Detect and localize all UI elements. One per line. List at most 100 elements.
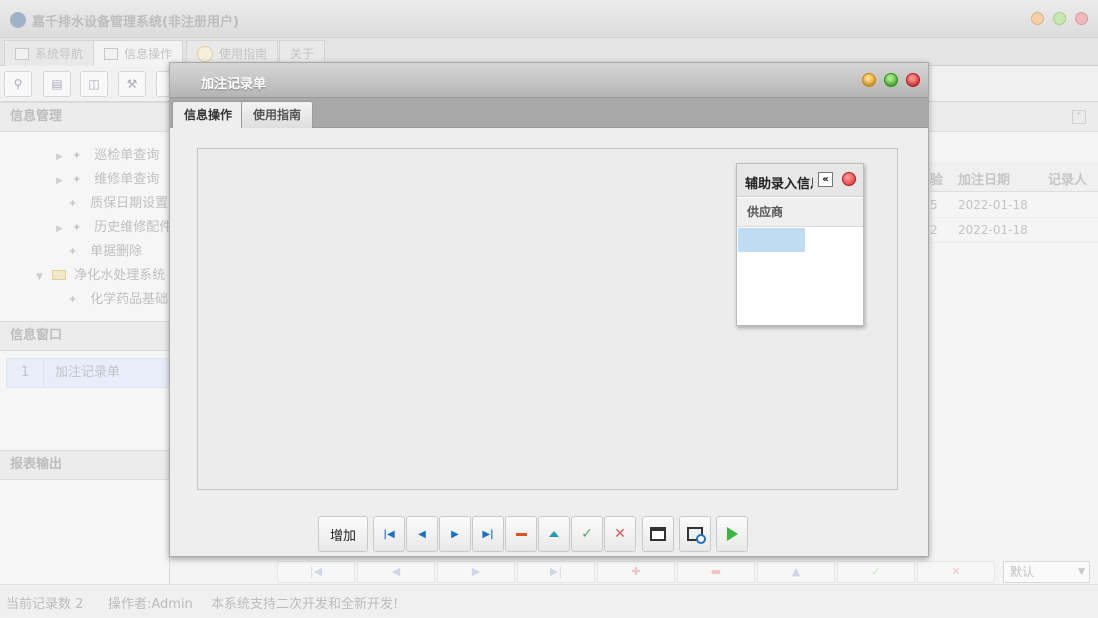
tree-item-label: 历史维修配件 [94, 220, 173, 235]
collapse-up-icon[interactable]: ⌃ [1072, 110, 1086, 124]
form-icon: ▤ [51, 77, 63, 91]
tree-item-label: 净化水处理系统 [74, 268, 166, 283]
print-button[interactable] [642, 516, 674, 552]
collapse-left-icon[interactable]: « [818, 172, 833, 187]
last-record-button[interactable]: ▶| [472, 516, 504, 552]
toolbar-more-button[interactable] [156, 71, 170, 97]
layout-select[interactable]: 默认 ▼ [1003, 561, 1090, 583]
collapse-arrow-icon[interactable]: ▼ [36, 266, 48, 288]
app-logo-icon [10, 12, 26, 28]
tree-item-history-parts[interactable]: ▶ ✦ 历史维修配件 [56, 217, 172, 239]
window-title: 嘉千排水设备管理系统(非注册用户) [32, 15, 239, 30]
last-record-button[interactable]: ▶| [517, 561, 595, 583]
tree-item-warranty-setting[interactable]: ✦ 质保日期设置 [68, 193, 168, 215]
tool-leaf-icon: ✦ [72, 173, 82, 186]
cancel-record-button[interactable]: ✕ [917, 561, 995, 583]
guide-icon [197, 45, 213, 62]
edit-button[interactable] [538, 516, 570, 552]
minimize-button[interactable] [1031, 12, 1044, 25]
system-notice: 本系统支持二次开发和全新开发! [211, 597, 399, 612]
tree-item-delete-bill[interactable]: ✦ 单据删除 [68, 241, 142, 263]
dialog-minimize-button[interactable] [862, 73, 876, 87]
column-header[interactable]: 验 [930, 169, 943, 188]
info-manage-header: 信息管理 [0, 102, 170, 132]
close-button[interactable] [1075, 12, 1088, 25]
first-record-button[interactable]: |◀ [277, 561, 355, 583]
first-icon: |◀ [383, 528, 395, 540]
tree-item-water-system[interactable]: ▼ 净化水处理系统 [36, 265, 165, 287]
table-cell: 5 [930, 198, 938, 212]
aux-close-button[interactable] [842, 172, 856, 186]
cancel-button[interactable]: ✕ [604, 516, 636, 552]
expand-arrow-icon[interactable]: ▶ [56, 146, 68, 168]
aux-panel-header[interactable]: 辅助录入信息 « [737, 164, 863, 197]
tab-system-nav[interactable]: 系统导航 [4, 40, 95, 66]
next-record-button[interactable]: ▶ [437, 561, 515, 583]
tool-leaf-icon: ✦ [68, 197, 78, 210]
tab-label: 信息操作 [124, 46, 173, 61]
expand-arrow-icon[interactable]: ▶ [56, 170, 68, 192]
tools-icon: ⚒ [126, 77, 138, 91]
run-button[interactable] [716, 516, 748, 552]
delete-button[interactable] [505, 516, 537, 552]
tool-leaf-icon: ✦ [68, 293, 78, 306]
next-record-button[interactable]: ▶ [439, 516, 471, 552]
prev-record-button[interactable]: ◀ [357, 561, 435, 583]
column-header[interactable]: 加注日期 [958, 169, 1010, 188]
maximize-button[interactable] [1053, 12, 1066, 25]
check-icon: ✓ [581, 526, 593, 542]
tree-item-patrol-query[interactable]: ▶ ✦ 巡检单查询 [56, 145, 159, 167]
selected-list-item[interactable] [738, 228, 805, 252]
first-record-button[interactable]: |◀ [373, 516, 405, 552]
chevron-down-icon[interactable]: ▼ [1078, 562, 1085, 582]
select-value: 默认 [1010, 565, 1035, 579]
toolbar-tools-button[interactable]: ⚒ [118, 71, 146, 97]
dialog-close-button[interactable] [906, 73, 920, 87]
tree-item-repair-query[interactable]: ▶ ✦ 维修单查询 [56, 169, 159, 191]
monitor-icon [15, 47, 29, 60]
grid-icon [104, 47, 118, 60]
tab-label: 系统导航 [35, 46, 84, 61]
play-icon [726, 527, 738, 541]
operator-label: 操作者:Admin [108, 597, 193, 612]
info-window-header: 信息窗口 [0, 321, 170, 351]
preview-icon [687, 527, 706, 544]
tree-item-chemical-base[interactable]: ✦ 化学药品基础 [68, 289, 168, 311]
table-row[interactable]: 5 2022-01-18 [930, 193, 1098, 218]
aux-panel-title: 辅助录入信息 [745, 177, 813, 192]
column-header[interactable]: 记录人 [1048, 169, 1087, 188]
delete-record-button[interactable]: ▬ [677, 561, 755, 583]
aux-input-panel: 辅助录入信息 « 供应商 [736, 163, 864, 326]
edit-record-button[interactable]: ▲ [757, 561, 835, 583]
tool-leaf-icon: ✦ [68, 245, 78, 258]
expand-arrow-icon[interactable]: ▶ [56, 218, 68, 240]
dialog-title: 加注记录单 [201, 77, 267, 92]
status-bar: 当前记录数 2 操作者:Admin 本系统支持二次开发和全新开发! [0, 584, 1098, 618]
next-icon: ▶ [451, 528, 459, 540]
window-list-item[interactable]: 1 加注记录单 [6, 358, 170, 388]
supplier-column-header[interactable]: 供应商 [737, 198, 863, 227]
last-icon: ▶| [482, 528, 494, 540]
dialog-tab-user-guide[interactable]: 使用指南 [241, 101, 314, 128]
dialog-maximize-button[interactable] [884, 73, 898, 87]
window-index: 1 [21, 365, 30, 380]
minus-icon [515, 532, 527, 536]
print-preview-button[interactable] [679, 516, 711, 552]
save-record-button[interactable]: ✓ [837, 561, 915, 583]
dialog-titlebar[interactable]: 加注记录单 [170, 63, 928, 98]
toolbar-form-button[interactable]: ▤ [43, 71, 71, 97]
toolbar-search-button[interactable]: ⚲ [4, 71, 32, 97]
add-button[interactable]: 增加 [318, 516, 368, 552]
dialog-tab-info-operation[interactable]: 信息操作 [172, 101, 245, 128]
save-button[interactable]: ✓ [571, 516, 603, 552]
divider [43, 359, 44, 387]
add-record-button[interactable]: ✚ [597, 561, 675, 583]
record-count: 当前记录数 2 [6, 597, 84, 612]
table-cell: 2022-01-18 [958, 223, 1028, 237]
search-icon: ⚲ [13, 77, 23, 91]
table-cell: 2 [930, 223, 938, 237]
table-row[interactable]: 2 2022-01-18 [930, 218, 1098, 243]
toolbar-document-button[interactable]: ◫ [80, 71, 108, 97]
tree-item-label: 单据删除 [90, 244, 143, 259]
prev-record-button[interactable]: ◀ [406, 516, 438, 552]
